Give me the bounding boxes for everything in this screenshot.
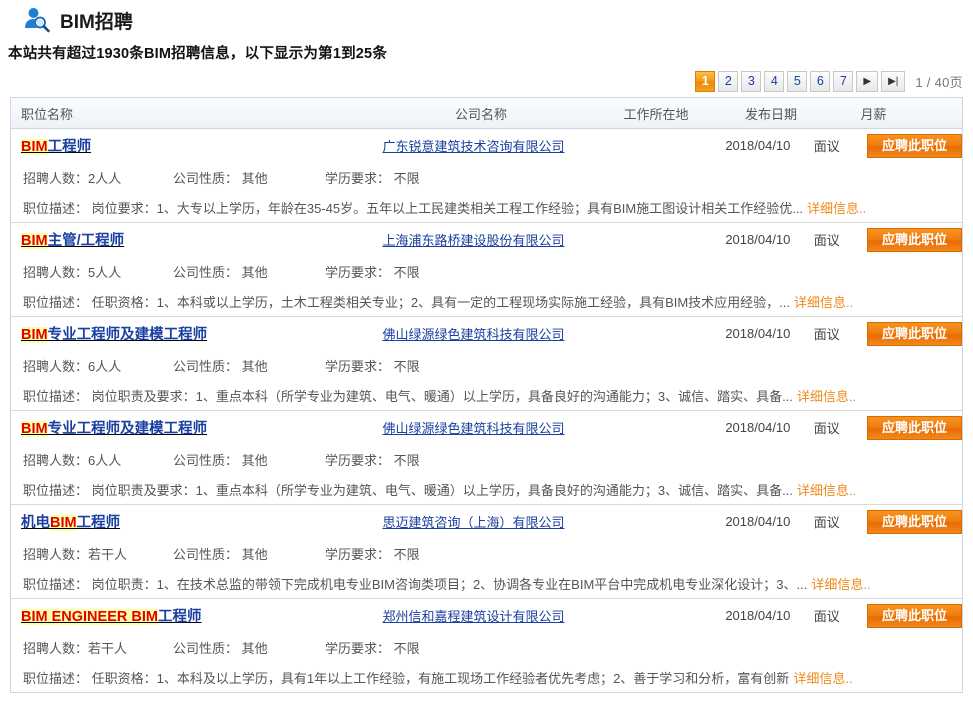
page-button-3[interactable]: 3 [741,71,761,92]
education-requirement: 学历要求： 不限 [325,168,485,187]
page-button-1[interactable]: 1 [695,71,715,92]
pagination: 1 2 3 4 5 6 7 ▶ ▶| 1 / 40页 [695,71,963,92]
table-row: BIM工程师广东锐意建筑技术咨询有限公司 2018/04/10面议应聘此职位招聘人… [11,129,962,223]
results-summary: 本站共有超过1930条BIM招聘信息，以下显示为第1到25条 [0,36,973,63]
apply-button[interactable]: 应聘此职位 [867,416,962,440]
job-title-link[interactable]: BIM ENGINEER BIM工程师 [21,605,360,626]
job-date: 2018/04/10 [698,514,790,529]
page-button-4[interactable]: 4 [764,71,784,92]
job-title-link[interactable]: BIM主管/工程师 [21,229,360,250]
job-headcount: 招聘人数：5人人 [23,262,173,281]
job-description: 职位描述： 任职资格：1、本科或以上学历，土木工程类相关专业；2、具有一定的工程… [23,292,790,311]
company-link[interactable]: 郑州信和嘉程建筑设计有限公司 [360,606,587,625]
table-row: BIM专业工程师及建模工程师佛山绿源绿色建筑科技有限公司 2018/04/10面议… [11,317,962,411]
detail-link[interactable]: 详细信息.. [797,386,856,405]
company-link[interactable]: 上海浦东路桥建设股份有限公司 [360,230,587,249]
company-nature: 公司性质： 其他 [173,168,325,187]
job-headcount: 招聘人数：2人人 [23,168,173,187]
column-header-company: 公司名称 [366,104,596,123]
education-requirement: 学历要求： 不限 [325,262,485,281]
company-link[interactable]: 广东锐意建筑技术咨询有限公司 [360,136,587,155]
job-date: 2018/04/10 [698,608,790,623]
detail-link[interactable]: 详细信息.. [793,668,852,687]
column-header-title: 职位名称 [11,104,366,123]
company-nature: 公司性质： 其他 [173,450,325,469]
company-nature: 公司性质： 其他 [173,262,325,281]
job-title-link[interactable]: 机电BIM工程师 [21,511,360,532]
company-nature: 公司性质： 其他 [173,638,325,657]
next-page-icon[interactable]: ▶ [856,71,878,92]
job-salary: 面议 [790,512,863,531]
pagination-bar: 1 2 3 4 5 6 7 ▶ ▶| 1 / 40页 [0,63,973,93]
table-header-row: 职位名称 公司名称 工作所在地 发布日期 月薪 [11,98,962,129]
job-headcount: 招聘人数：6人人 [23,450,173,469]
job-description: 职位描述： 岗位要求：1、大专以上学历，年龄在35-45岁。五年以上工民建类相关… [23,198,803,217]
job-description: 职位描述： 岗位职责及要求：1、重点本科（所学专业为建筑、电气、暖通）以上学历，… [23,386,793,405]
table-row: BIM ENGINEER BIM工程师郑州信和嘉程建筑设计有限公司 2018/04… [11,599,962,692]
education-requirement: 学历要求： 不限 [325,450,485,469]
page-indicator: 1 / 40页 [915,72,963,91]
job-salary: 面议 [790,418,863,437]
job-headcount: 招聘人数：若干人 [23,544,173,563]
table-row: BIM专业工程师及建模工程师佛山绿源绿色建筑科技有限公司 2018/04/10面议… [11,411,962,505]
job-salary: 面议 [790,230,863,249]
page-button-7[interactable]: 7 [833,71,853,92]
apply-button[interactable]: 应聘此职位 [867,134,962,158]
company-nature: 公司性质： 其他 [173,356,325,375]
job-date: 2018/04/10 [698,138,790,153]
table-row: 机电BIM工程师思迈建筑咨询（上海）有限公司 2018/04/10面议应聘此职位招… [11,505,962,599]
job-title-link[interactable]: BIM工程师 [21,135,360,156]
education-requirement: 学历要求： 不限 [325,356,485,375]
job-date: 2018/04/10 [698,232,790,247]
job-salary: 面议 [790,136,863,155]
company-link[interactable]: 思迈建筑咨询（上海）有限公司 [360,512,587,531]
page-title: BIM招聘 [60,7,133,34]
last-page-icon[interactable]: ▶| [881,71,905,92]
apply-button[interactable]: 应聘此职位 [867,228,962,252]
job-date: 2018/04/10 [698,420,790,435]
page-button-2[interactable]: 2 [718,71,738,92]
company-nature: 公司性质： 其他 [173,544,325,563]
job-description: 职位描述： 任职资格：1、本科及以上学历，具有1年以上工作经验，有施工现场工作经… [23,668,789,687]
job-date: 2018/04/10 [698,326,790,341]
page-button-6[interactable]: 6 [810,71,830,92]
job-headcount: 招聘人数：6人人 [23,356,173,375]
job-salary: 面议 [790,324,863,343]
job-list-table: 职位名称 公司名称 工作所在地 发布日期 月薪 BIM工程师广东锐意建筑技术咨询… [10,97,963,693]
page-button-5[interactable]: 5 [787,71,807,92]
site-header: BIM招聘 [0,0,973,36]
detail-link[interactable]: 详细信息.. [797,480,856,499]
job-salary: 面议 [790,606,863,625]
education-requirement: 学历要求： 不限 [325,544,485,563]
job-title-link[interactable]: BIM专业工程师及建模工程师 [21,417,360,438]
table-row: BIM主管/工程师上海浦东路桥建设股份有限公司 2018/04/10面议应聘此职位… [11,223,962,317]
column-header-location: 工作所在地 [596,104,716,123]
company-link[interactable]: 佛山绿源绿色建筑科技有限公司 [360,418,587,437]
apply-button[interactable]: 应聘此职位 [867,322,962,346]
education-requirement: 学历要求： 不限 [325,638,485,657]
company-link[interactable]: 佛山绿源绿色建筑科技有限公司 [360,324,587,343]
job-rows: BIM工程师广东锐意建筑技术咨询有限公司2018/04/10面议应聘此职位招聘人… [11,129,962,692]
detail-link[interactable]: 详细信息.. [807,198,866,217]
column-header-salary: 月薪 [826,104,921,123]
column-header-date: 发布日期 [716,104,826,123]
apply-button[interactable]: 应聘此职位 [867,604,962,628]
job-description: 职位描述： 岗位职责及要求：1、重点本科（所学专业为建筑、电气、暖通）以上学历，… [23,480,793,499]
job-headcount: 招聘人数：若干人 [23,638,173,657]
person-search-icon [22,5,52,35]
detail-link[interactable]: 详细信息.. [794,292,853,311]
apply-button[interactable]: 应聘此职位 [867,510,962,534]
detail-link[interactable]: 详细信息.. [811,574,870,593]
job-description: 职位描述： 岗位职责：1、在技术总监的带领下完成机电专业BIM咨询类项目；2、协… [23,574,807,593]
job-title-link[interactable]: BIM专业工程师及建模工程师 [21,323,360,344]
